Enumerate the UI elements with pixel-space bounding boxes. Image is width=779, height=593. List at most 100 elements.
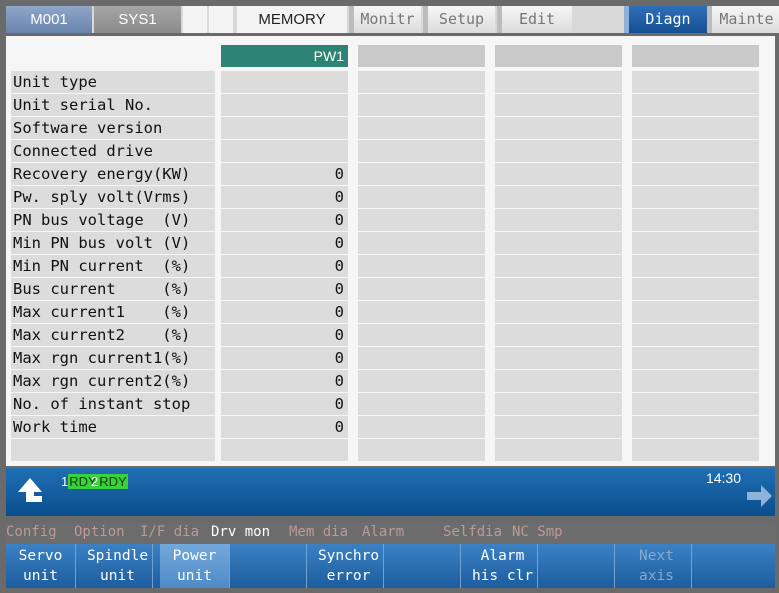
tab-setup[interactable]: Setup: [423, 6, 495, 33]
row-label: Unit serial No.: [11, 94, 215, 116]
tab-mainte[interactable]: Mainte: [707, 6, 779, 33]
part-system-indicator[interactable]: M001: [6, 6, 92, 33]
value-cell-empty: [495, 347, 622, 369]
value-cell-empty: [495, 301, 622, 323]
value-cell-empty: [358, 163, 485, 185]
back-arrow-icon[interactable]: [14, 476, 46, 510]
menu-nc-smp[interactable]: NC Smp: [512, 524, 563, 540]
status-slot-2: [209, 6, 233, 33]
value-cell-empty: [358, 301, 485, 323]
column-header-empty: [632, 45, 759, 67]
next-axis-label-2: axis: [639, 568, 674, 584]
servo-unit-label-2: unit: [23, 568, 58, 584]
row-label: No. of instant stop: [11, 393, 215, 415]
value-cell-empty: [358, 278, 485, 300]
value-cell-empty: [358, 140, 485, 162]
power-unit-label-1: Power: [172, 548, 217, 564]
servo-unit-label-1: Servo: [18, 548, 63, 564]
value-column-pw1: 000000000000: [221, 71, 348, 462]
alarm-his-clr-label-2: his clr: [471, 568, 534, 584]
system-indicator[interactable]: SYS1: [94, 6, 181, 33]
value-cell-empty: [495, 370, 622, 392]
menu-drv-mon[interactable]: Drv mon: [211, 524, 270, 540]
value-cell-empty: [632, 393, 759, 415]
row-label: Recovery energy(KW): [11, 163, 215, 185]
synchro-error-label-2: error: [326, 568, 371, 584]
servo-unit-button[interactable]: Servo unit: [6, 544, 76, 588]
nc-screen: M001 SYS1 MEMORY Monitr Setup Edit Diagn…: [0, 0, 779, 593]
value-cell-empty: [632, 439, 759, 461]
value-cell-empty: [632, 94, 759, 116]
next-page-arrow-icon[interactable]: [745, 482, 773, 510]
clock: 14:30: [705, 470, 741, 486]
power-unit-button[interactable]: Power unit: [160, 544, 230, 588]
value-cell-empty: [358, 232, 485, 254]
value-cell-empty: [495, 255, 622, 277]
softkey-empty-8[interactable]: [545, 544, 615, 588]
alarm-his-clr-button[interactable]: Alarm his clr: [468, 544, 538, 588]
row-label: PN bus voltage (V): [11, 209, 215, 231]
value-cell-pw1: 0: [221, 232, 348, 254]
value-cell-empty: [495, 278, 622, 300]
value-cell-pw1: 0: [221, 347, 348, 369]
value-cell-empty: [632, 301, 759, 323]
softkey-empty-10[interactable]: [699, 544, 769, 588]
value-cell-empty: [495, 186, 622, 208]
value-cell-empty: [495, 209, 622, 231]
value-cell-pw1: 0: [221, 163, 348, 185]
tab-edit[interactable]: Edit: [497, 6, 572, 33]
next-axis-label-1: Next: [639, 548, 674, 564]
row-label: Max rgn current1(%): [11, 347, 215, 369]
row-label: Software version: [11, 117, 215, 139]
status-bar: 1RDY 2RDY 14:30: [6, 468, 775, 516]
spindle-unit-button[interactable]: Spindle unit: [83, 544, 153, 588]
synchro-error-label-1: Synchro: [317, 548, 380, 564]
softkey-empty-4[interactable]: [237, 544, 307, 588]
softkey-empty-6[interactable]: [391, 544, 461, 588]
value-cell-empty: [495, 439, 622, 461]
drive-monitor-panel: PW1 Unit type Unit serial No. Software ver…: [6, 36, 775, 466]
value-cell-pw1: [221, 140, 348, 162]
tab-monitr[interactable]: Monitr: [349, 6, 421, 33]
menu-selfdia[interactable]: Selfdia: [443, 524, 502, 540]
value-cell-pw1: [221, 117, 348, 139]
top-bar: M001 SYS1 MEMORY Monitr Setup Edit Diagn…: [6, 6, 779, 33]
value-column-empty: [495, 71, 622, 462]
menu-alarm[interactable]: Alarm: [362, 524, 404, 540]
value-cell-empty: [358, 71, 485, 93]
value-cell-empty: [632, 347, 759, 369]
menu-config[interactable]: Config: [6, 524, 57, 540]
menu-option[interactable]: Option: [74, 524, 125, 540]
row-label: [11, 439, 215, 461]
value-cell-pw1: [221, 71, 348, 93]
menu-if-dia[interactable]: I/F dia: [140, 524, 199, 540]
row-label: Work time: [11, 416, 215, 438]
value-cell-empty: [632, 416, 759, 438]
value-cell-empty: [495, 140, 622, 162]
next-axis-button[interactable]: Next axis: [622, 544, 692, 588]
tab-diagn[interactable]: Diagn: [624, 6, 707, 33]
column-header-empty: [495, 45, 622, 67]
value-column-empty: [632, 71, 759, 462]
spindle-unit-label-1: Spindle: [86, 548, 149, 564]
value-cell-empty: [358, 94, 485, 116]
value-cell-empty: [632, 71, 759, 93]
value-cell-empty: [358, 393, 485, 415]
value-cell-pw1: 0: [221, 370, 348, 392]
spindle-unit-label-2: unit: [100, 568, 135, 584]
menu-mem-dia[interactable]: Mem dia: [289, 524, 348, 540]
row-label: Min PN current (%): [11, 255, 215, 277]
row-label: Max current1 (%): [11, 301, 215, 323]
value-cell-pw1: 0: [221, 186, 348, 208]
row-label: Max current2 (%): [11, 324, 215, 346]
value-cell-empty: [358, 439, 485, 461]
value-cell-empty: [358, 186, 485, 208]
value-cell-pw1: 0: [221, 209, 348, 231]
value-cell-empty: [495, 416, 622, 438]
synchro-error-button[interactable]: Synchro error: [314, 544, 384, 588]
value-cell-empty: [495, 117, 622, 139]
value-column-empty: [358, 71, 485, 462]
row-label: Connected drive: [11, 140, 215, 162]
value-cell-empty: [632, 209, 759, 231]
system2-state: RDY: [98, 474, 128, 489]
